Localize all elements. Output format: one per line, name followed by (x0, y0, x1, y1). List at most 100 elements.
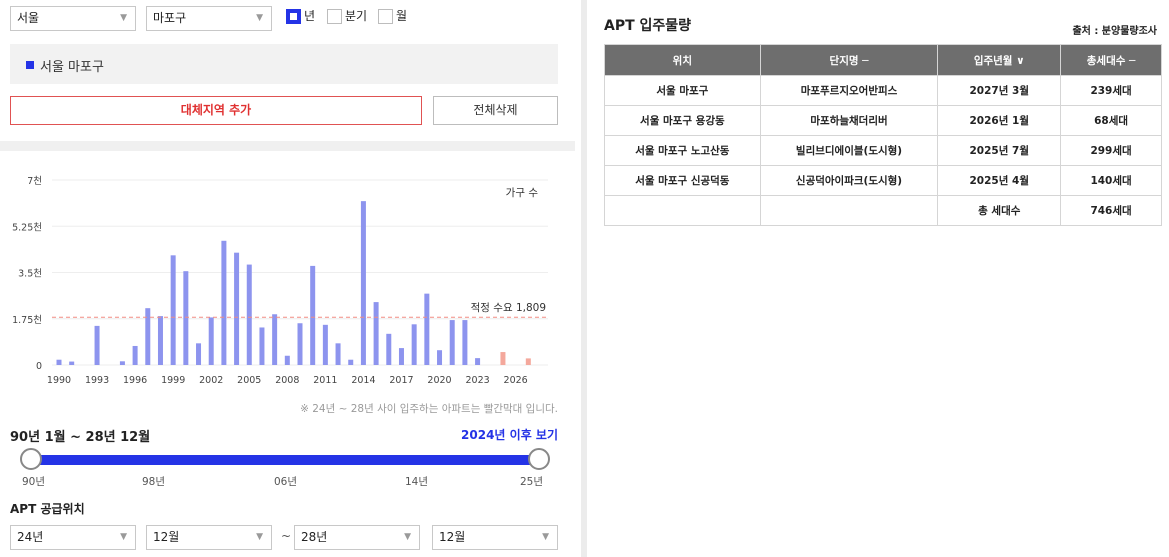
table-total-row: 총 세대수 746세대 (604, 195, 1162, 226)
y-tick-label: 1.75천 (12, 315, 42, 326)
range-slider-track[interactable] (30, 455, 540, 465)
x-tick-label: 2008 (275, 375, 299, 386)
city-select-value: 서울 (17, 11, 40, 25)
cell-location: 서울 마포구 신공덕동 (604, 165, 761, 196)
source-label: 출처 : 분양물량조사 (1072, 26, 1157, 37)
bar (259, 327, 265, 365)
bar (348, 359, 354, 365)
chevron-down-icon: ▼ (256, 532, 263, 542)
end-year-select[interactable]: 28년 ▼ (294, 525, 420, 550)
x-tick-label: 2014 (351, 375, 375, 386)
table-header-row: 위치 단지명 ─ 입주년월 ∨ 총세대수 ─ (604, 44, 1162, 76)
section-divider (0, 141, 575, 151)
bar (272, 314, 278, 365)
bar (424, 293, 430, 365)
range-slider-start-handle[interactable] (20, 448, 42, 470)
start-year-value: 24년 (17, 530, 44, 544)
range-tick: 90년 (22, 476, 46, 488)
start-year-select[interactable]: 24년 ▼ (10, 525, 136, 550)
period-quarter-checkbox[interactable] (327, 9, 342, 24)
col-location: 위치 (604, 44, 761, 76)
range-tick: 25년 (520, 476, 544, 488)
range-slider-end-handle[interactable] (528, 448, 550, 470)
bar (398, 348, 404, 365)
cell-households: 299세대 (1060, 135, 1162, 166)
bar (246, 264, 252, 365)
bar (373, 302, 379, 365)
bar (322, 324, 328, 365)
y-tick-label: 3.5천 (18, 269, 42, 280)
district-select-value: 마포구 (153, 11, 187, 25)
supply-location-title: APT 공급위치 (10, 502, 85, 516)
period-month-label: 월 (396, 9, 408, 23)
col-total-households[interactable]: 총세대수 ─ (1060, 44, 1162, 76)
cell-households: 68세대 (1060, 105, 1162, 136)
y-tick-label: 0 (36, 361, 42, 372)
start-month-select[interactable]: 12월 ▼ (146, 525, 272, 550)
bar (221, 240, 227, 365)
cell-complex-name: 빌리브디에이블(도시형) (759, 135, 939, 166)
table-row: 서울 마포구 용강동 마포하늘채더리버 2026년 1월 68세대 (604, 105, 1162, 136)
reference-line-label: 적정 수요 1,809 (471, 302, 546, 314)
x-tick-label: 2011 (313, 375, 337, 386)
bar (437, 350, 443, 365)
table-row: 서울 마포구 신공덕동 신공덕아이파크(도시형) 2025년 4월 140세대 (604, 165, 1162, 196)
range-tick: 98년 (142, 476, 166, 488)
table-row: 서울 마포구 마포푸르지오어반피스 2027년 3월 239세대 (604, 75, 1162, 106)
y-tick-label: 5.25천 (12, 222, 42, 233)
x-tick-label: 2005 (237, 375, 261, 386)
district-select[interactable]: 마포구 ▼ (146, 6, 272, 31)
cell-households: 239세대 (1060, 75, 1162, 106)
cell-complex-name: 마포하늘채더리버 (759, 105, 939, 136)
cell-location: 서울 마포구 노고산동 (604, 135, 761, 166)
cell-complex-name: 신공덕아이파크(도시형) (759, 165, 939, 196)
col-complex-name[interactable]: 단지명 ─ (759, 44, 939, 76)
x-tick-label: 2020 (427, 375, 451, 386)
selected-region-box: 서울 마포구 (10, 44, 558, 84)
range-separator: ~ (281, 529, 292, 543)
chevron-down-icon: ▼ (256, 13, 263, 23)
city-select[interactable]: 서울 ▼ (10, 6, 136, 31)
x-tick-label: 2002 (199, 375, 223, 386)
end-month-select[interactable]: 12월 ▼ (432, 525, 558, 550)
range-title: 90년 1월 ~ 28년 12월 (10, 430, 151, 445)
left-panel: 서울 ▼ 마포구 ▼ 년 분기 월 서울 마포구 대체지역 추가 전체삭제 7천 5.… (0, 0, 575, 557)
bar (475, 358, 481, 365)
range-tick: 14년 (405, 476, 429, 488)
chart-note: ※ 24년 ~ 28년 사이 입주하는 아파트는 빨간막대 입니다. (300, 403, 558, 415)
bar (69, 361, 75, 365)
bar (525, 358, 531, 365)
bar (208, 317, 214, 365)
apt-supply-table: 위치 단지명 ─ 입주년월 ∨ 총세대수 ─ 서울 마포구 마포푸르지오어반피스… (604, 44, 1162, 226)
bar (234, 252, 240, 365)
cell-complex-name: 마포푸르지오어반피스 (759, 75, 939, 106)
cell-move-in-date: 2027년 3월 (937, 75, 1062, 106)
chevron-down-icon: ▼ (120, 13, 127, 23)
bar (500, 352, 506, 365)
bar (183, 271, 189, 365)
cell-move-in-date: 2026년 1월 (937, 105, 1062, 136)
bar (196, 343, 202, 365)
bar (386, 333, 392, 365)
bar (310, 265, 316, 365)
chevron-down-icon: ▼ (120, 532, 127, 542)
bar (56, 359, 62, 365)
x-tick-label: 1996 (123, 375, 147, 386)
x-tick-label: 1999 (161, 375, 185, 386)
x-tick-label: 1993 (85, 375, 109, 386)
col-move-in-date[interactable]: 입주년월 ∨ (937, 44, 1062, 76)
delete-all-button[interactable]: 전체삭제 (433, 96, 558, 125)
bar (462, 320, 468, 365)
cell-households: 140세대 (1060, 165, 1162, 196)
total-label: 총 세대수 (937, 195, 1062, 226)
add-alternate-region-button[interactable]: 대체지역 추가 (10, 96, 422, 125)
chevron-down-icon: ▼ (542, 532, 549, 542)
legend-label: 가구 수 (506, 187, 539, 199)
table-row: 서울 마포구 노고산동 빌리브디에이블(도시형) 2025년 7월 299세대 (604, 135, 1162, 166)
apt-supply-title: APT 입주물량 (604, 18, 692, 34)
period-month-checkbox[interactable] (378, 9, 393, 24)
view-since-2024-link[interactable]: 2024년 이후 보기 (461, 426, 558, 443)
x-tick-label: 2026 (504, 375, 528, 386)
cell-empty (759, 195, 939, 226)
period-year-checkbox[interactable] (286, 9, 301, 24)
